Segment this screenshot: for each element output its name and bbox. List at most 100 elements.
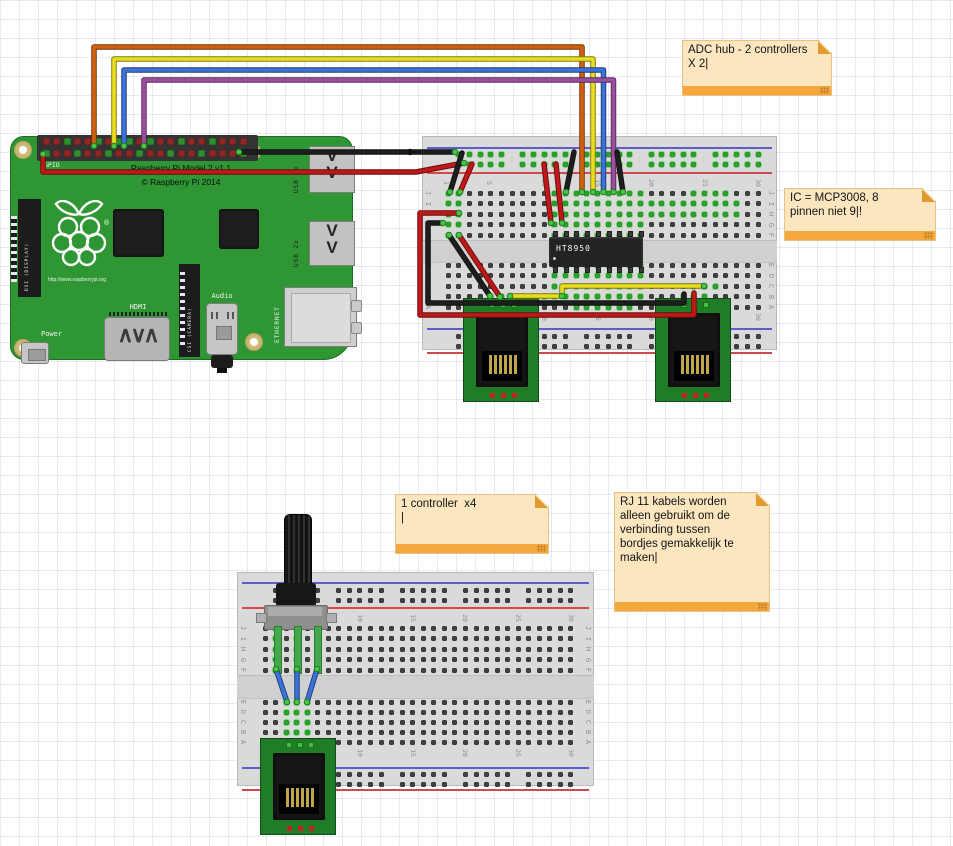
breadboard-hole [520, 191, 525, 196]
breadboard-bus-hole [552, 152, 557, 157]
audio-jack[interactable] [206, 303, 238, 355]
fritzing-canvas[interactable]: 115510101515202025253030JJIIHHGGFFEEDDCC… [0, 0, 953, 846]
breadboard-hole [456, 294, 461, 299]
note-text: IC = MCP3008, 8 pinnen niet 9|! [790, 191, 931, 219]
breadboard-hole [495, 636, 500, 641]
note-resize-bar[interactable] [785, 231, 935, 240]
breadboard-hole [547, 626, 552, 631]
gpio-pin[interactable] [167, 150, 174, 157]
breadboard-hole [516, 657, 521, 662]
gpio-pin[interactable] [105, 150, 112, 157]
sticky-note-rj11[interactable]: RJ 11 kabels worden alleen gebruikt om d… [614, 492, 770, 612]
gpio-header[interactable] [37, 135, 258, 161]
sticky-note-adc-hub[interactable]: ADC hub - 2 controllers X 2| [682, 40, 832, 96]
note-resize-bar[interactable] [396, 544, 548, 553]
note-text: 1 controller x4 | [401, 497, 544, 525]
breadboard-hole [595, 212, 600, 217]
sticky-note-controller[interactable]: 1 controller x4 | [395, 494, 549, 554]
breadboard-bus-hole [547, 772, 552, 777]
note-resize-bar[interactable] [615, 602, 769, 611]
gpio-pin[interactable] [136, 150, 143, 157]
breadboard-hole [537, 657, 542, 662]
gpio-pin[interactable] [115, 150, 122, 157]
breadboard-hole [400, 647, 405, 652]
power-connector[interactable] [21, 342, 49, 364]
gpio-pin[interactable] [147, 150, 154, 157]
breadboard-hole [368, 626, 373, 631]
breadboard-hole [638, 212, 643, 217]
gpio-pin[interactable] [167, 138, 174, 145]
breadboard-hole [537, 720, 542, 725]
breadboard-hole [734, 263, 739, 268]
gpio-pin[interactable] [64, 150, 71, 157]
breadboard-bus-hole [568, 598, 573, 603]
breadboard-hole [400, 626, 405, 631]
rj11-connector-bottom[interactable] [260, 738, 336, 835]
gpio-pin[interactable] [219, 138, 226, 145]
gpio-pin[interactable] [188, 138, 195, 145]
gpio-pin[interactable] [126, 138, 133, 145]
breadboard-bus-hole [563, 152, 568, 157]
gpio-pin[interactable] [157, 138, 164, 145]
note-resize-bar[interactable] [683, 86, 831, 95]
breadboard-hole [495, 668, 500, 673]
ic-ht8950[interactable]: HT8950 [549, 237, 643, 267]
breadboard-hole [723, 212, 728, 217]
gpio-pin[interactable] [147, 138, 154, 145]
sticky-note-mcp3008[interactable]: IC = MCP3008, 8 pinnen niet 9|! [784, 188, 936, 241]
gpio-pin[interactable] [178, 138, 185, 145]
breadboard-bus-hole [713, 152, 718, 157]
dsi-connector[interactable]: DSI (DISPLAY) [18, 199, 41, 297]
breadboard-hole [263, 730, 268, 735]
breadboard-bus-hole [421, 598, 426, 603]
gpio-pin[interactable] [95, 150, 102, 157]
gpio-pin[interactable] [74, 150, 81, 157]
gpio-pin[interactable] [157, 150, 164, 157]
potentiometer[interactable] [254, 514, 344, 674]
rj11-slot [482, 351, 522, 381]
breadboard-hole [537, 626, 542, 631]
breadboard-hole [606, 222, 611, 227]
row-label: I [767, 201, 775, 205]
breadboard-hole [526, 668, 531, 673]
gpio-pin[interactable] [240, 138, 247, 145]
gpio-pin[interactable] [43, 138, 50, 145]
breadboard-hole [558, 626, 563, 631]
column-label: 1 [442, 181, 450, 185]
gpio-pin[interactable] [198, 150, 205, 157]
gpio-pin[interactable] [105, 138, 112, 145]
breadboard-hole [681, 233, 686, 238]
breadboard-hole [499, 273, 504, 278]
gpio-pin[interactable] [64, 138, 71, 145]
gpio-pin[interactable] [84, 150, 91, 157]
gpio-pin[interactable] [53, 150, 60, 157]
gpio-pin[interactable] [126, 150, 133, 157]
breadboard-hole [347, 647, 352, 652]
breadboard-hole [510, 212, 515, 217]
gpio-pin[interactable] [209, 138, 216, 145]
usb-port-bottom[interactable]: VV [309, 221, 355, 266]
breadboard-hole [368, 647, 373, 652]
gpio-pin[interactable] [178, 150, 185, 157]
csi-connector[interactable]: CSI (CAMERA) [179, 264, 200, 357]
gpio-pin[interactable] [84, 138, 91, 145]
breadboard-hole [467, 201, 472, 206]
gpio-pin[interactable] [229, 138, 236, 145]
breadboard-hole [389, 710, 394, 715]
hdmi-port[interactable]: ∧∨∧ [104, 317, 170, 361]
breadboard-hole [542, 284, 547, 289]
gpio-pin[interactable] [198, 138, 205, 145]
breadboard-hole [452, 720, 457, 725]
breadboard-hole [558, 740, 563, 745]
gpio-pin[interactable] [229, 150, 236, 157]
breadboard-hole [463, 636, 468, 641]
gpio-pin[interactable] [188, 150, 195, 157]
gpio-pin[interactable] [209, 150, 216, 157]
ethernet-port[interactable] [284, 287, 357, 347]
gpio-pin[interactable] [74, 138, 81, 145]
gpio-pin[interactable] [53, 138, 60, 145]
breadboard-hole [756, 212, 761, 217]
breadboard-hole [379, 657, 384, 662]
gpio-pin[interactable] [219, 150, 226, 157]
column-label: 5 [485, 181, 493, 185]
